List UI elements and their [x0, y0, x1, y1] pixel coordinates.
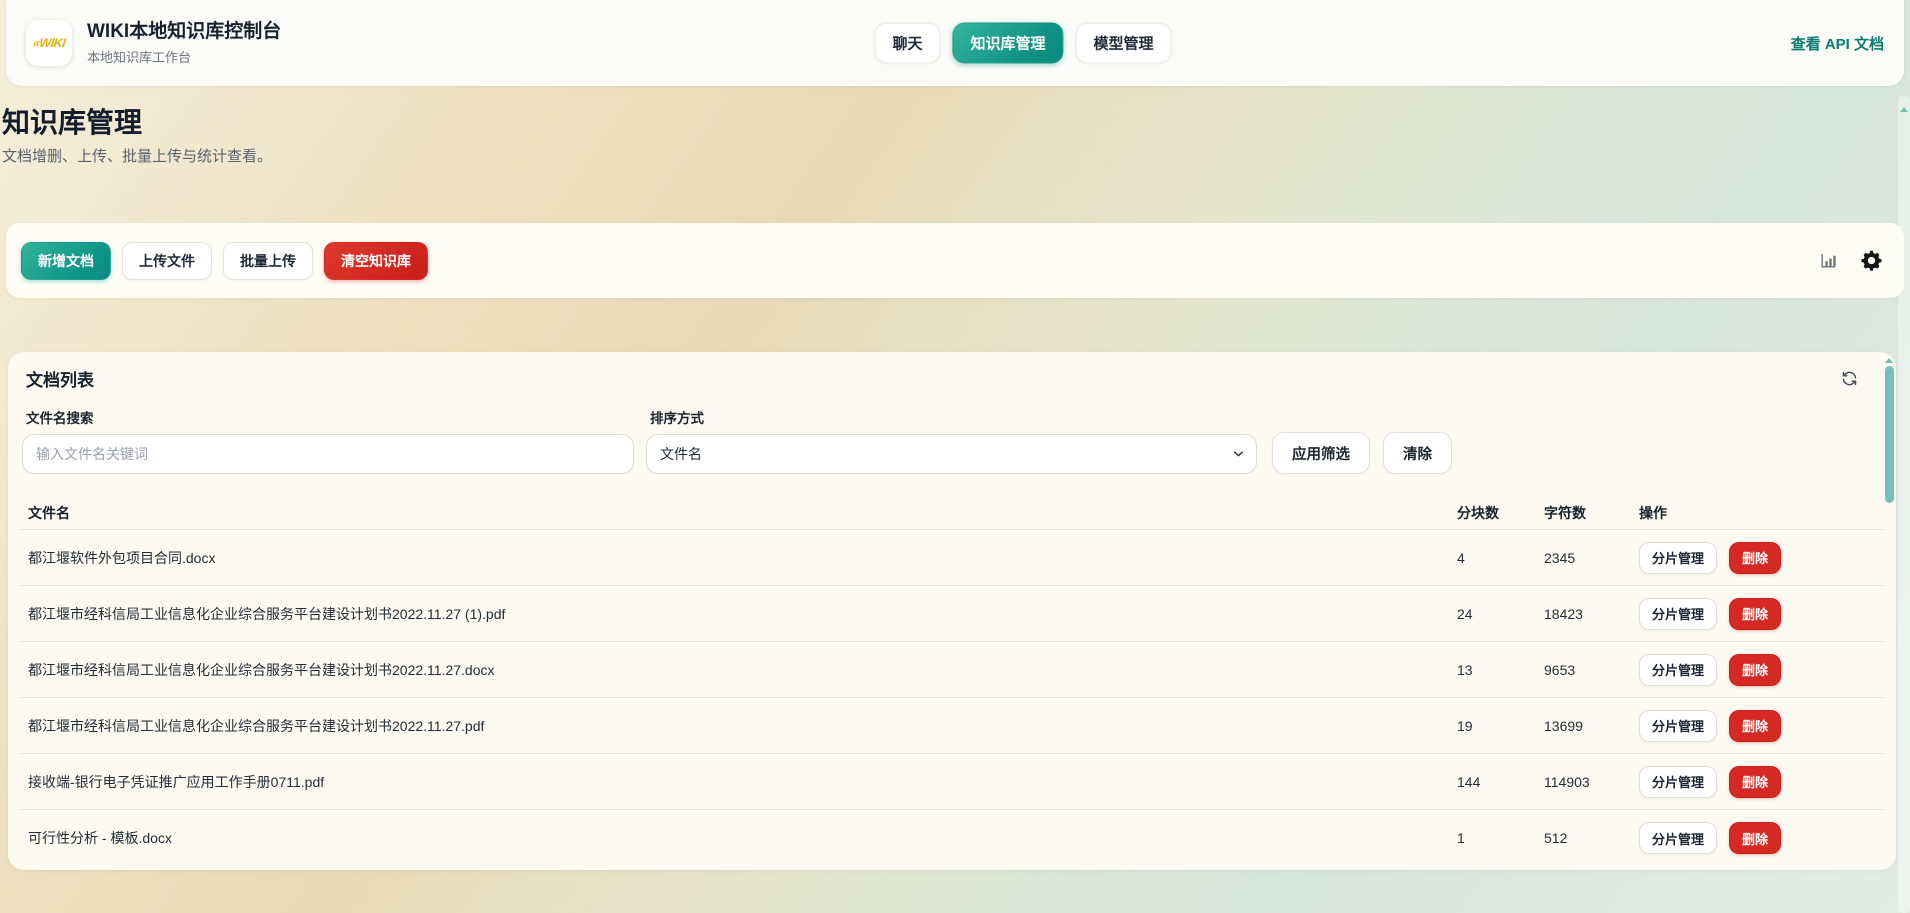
- clear-knowledge-base-button[interactable]: 清空知识库: [324, 241, 428, 280]
- page-title: 知识库管理: [2, 107, 143, 138]
- table-row: 都江堰市经科信局工业信息化企业综合服务平台建设计划书2022.11.27 (1)…: [20, 586, 1884, 642]
- delete-button[interactable]: 删除: [1729, 822, 1782, 854]
- row-actions: 分片管理 删除: [1639, 709, 1880, 742]
- char-count: 114903: [1544, 773, 1590, 790]
- document-list-card: 文档列表 文件名搜索 排序方式 文件名: [8, 352, 1896, 870]
- table-row: 都江堰市经科信局工业信息化企业综合服务平台建设计划书2022.11.27.pdf…: [20, 698, 1884, 754]
- table-header-row: 文件名 分块数 字符数 操作: [20, 496, 1884, 530]
- app-header: «WIKI WIKI本地知识库控制台 本地知识库工作台 聊天 知识库管理 模型管…: [6, 0, 1904, 86]
- page-scroll-up-arrow-icon[interactable]: [1900, 107, 1908, 112]
- filter-buttons: 应用筛选 清除: [1272, 432, 1452, 474]
- row-actions: 分片管理 删除: [1639, 653, 1880, 686]
- col-header-actions: 操作: [1639, 504, 1667, 521]
- list-scrollbar-thumb[interactable]: [1884, 366, 1894, 503]
- page-scrollbar[interactable]: [1898, 95, 1910, 913]
- api-docs-link[interactable]: 查看 API 文档: [1791, 33, 1884, 54]
- char-count: 512: [1544, 830, 1568, 846]
- document-list-title: 文档列表: [26, 371, 94, 390]
- app-subtitle: 本地知识库工作台: [87, 49, 192, 65]
- add-document-button[interactable]: 新增文档: [21, 241, 111, 280]
- refresh-icon[interactable]: [1841, 370, 1858, 387]
- document-filename: 都江堰软件外包项目合同.docx: [28, 549, 216, 566]
- manage-chunks-button[interactable]: 分片管理: [1639, 822, 1718, 854]
- delete-button[interactable]: 删除: [1729, 653, 1782, 686]
- wiki-logo-icon: «WIKI: [32, 36, 66, 50]
- search-field-group: 文件名搜索: [22, 407, 634, 474]
- upload-file-button[interactable]: 上传文件: [122, 241, 212, 280]
- page-subtitle: 文档增删、上传、批量上传与统计查看。: [2, 148, 273, 165]
- brand-text: WIKI本地知识库控制台 本地知识库工作台: [87, 20, 281, 66]
- list-scrollbar[interactable]: [1884, 358, 1894, 864]
- delete-button[interactable]: 删除: [1729, 709, 1782, 742]
- apply-filter-button[interactable]: 应用筛选: [1272, 432, 1370, 474]
- document-filename: 都江堰市经科信局工业信息化企业综合服务平台建设计划书2022.11.27.pdf: [28, 717, 485, 734]
- nav-knowledge-base[interactable]: 知识库管理: [952, 22, 1064, 64]
- search-input[interactable]: [22, 434, 634, 474]
- chunk-count: 19: [1457, 717, 1473, 734]
- app-title: WIKI本地知识库控制台: [87, 21, 282, 43]
- chunk-count: 24: [1457, 605, 1473, 622]
- document-filename: 接收端-银行电子凭证推广应用工作手册0711.pdf: [28, 773, 325, 790]
- row-actions: 分片管理 删除: [1639, 541, 1880, 574]
- delete-button[interactable]: 删除: [1729, 541, 1782, 574]
- top-nav: 聊天 知识库管理 模型管理: [874, 22, 1172, 64]
- batch-upload-button[interactable]: 批量上传: [223, 241, 313, 280]
- card-header: 文档列表: [20, 366, 1884, 391]
- table-row: 接收端-银行电子凭证推广应用工作手册0711.pdf 144 114903 分片…: [20, 754, 1884, 810]
- char-count: 9653: [1544, 661, 1576, 678]
- hero-section: 知识库管理 文档增删、上传、批量上传与统计查看。: [0, 86, 1910, 166]
- chunk-count: 13: [1457, 661, 1473, 678]
- action-toolbar: 新增文档 上传文件 批量上传 清空知识库: [6, 223, 1904, 298]
- gear-icon[interactable]: [1860, 249, 1883, 272]
- table-body: 都江堰软件外包项目合同.docx 4 2345 分片管理 删除 都江堰市经科信局…: [20, 530, 1884, 866]
- table-row: 都江堰软件外包项目合同.docx 4 2345 分片管理 删除: [20, 530, 1884, 586]
- sort-field-group: 排序方式 文件名: [646, 407, 1257, 474]
- chunk-count: 4: [1457, 549, 1465, 566]
- toolbar-icons: [1819, 249, 1889, 272]
- document-filename: 可行性分析 - 模板.docx: [28, 830, 172, 846]
- manage-chunks-button[interactable]: 分片管理: [1639, 653, 1718, 686]
- char-count: 2345: [1544, 549, 1576, 566]
- sort-label: 排序方式: [650, 411, 704, 426]
- manage-chunks-button[interactable]: 分片管理: [1639, 541, 1718, 574]
- row-actions: 分片管理 删除: [1639, 597, 1880, 630]
- manage-chunks-button[interactable]: 分片管理: [1639, 597, 1718, 630]
- table-row: 可行性分析 - 模板.docx 1 512 分片管理 删除: [20, 810, 1884, 866]
- sort-select-wrap: 文件名: [646, 434, 1257, 474]
- app-logo: «WIKI: [26, 20, 72, 66]
- chunk-count: 1: [1457, 830, 1465, 846]
- manage-chunks-button[interactable]: 分片管理: [1639, 709, 1718, 742]
- delete-button[interactable]: 删除: [1729, 765, 1782, 798]
- delete-button[interactable]: 删除: [1729, 597, 1782, 630]
- page: { "header": { "logo_text": "«WIKI", "tit…: [0, 0, 1910, 913]
- row-actions: 分片管理 删除: [1639, 822, 1880, 854]
- char-count: 13699: [1544, 717, 1583, 734]
- col-header-chunks: 分块数: [1457, 504, 1499, 521]
- table-row: 都江堰市经科信局工业信息化企业综合服务平台建设计划书2022.11.27.doc…: [20, 642, 1884, 698]
- manage-chunks-button[interactable]: 分片管理: [1639, 765, 1718, 798]
- document-filename: 都江堰市经科信局工业信息化企业综合服务平台建设计划书2022.11.27 (1)…: [28, 605, 506, 622]
- scroll-up-arrow-icon[interactable]: [1885, 358, 1893, 363]
- sort-select[interactable]: 文件名: [646, 434, 1257, 474]
- col-header-filename: 文件名: [28, 504, 70, 521]
- nav-model-management[interactable]: 模型管理: [1075, 22, 1172, 64]
- chunk-count: 144: [1457, 773, 1481, 790]
- brand: «WIKI WIKI本地知识库控制台 本地知识库工作台: [26, 20, 281, 66]
- documents-table: 文件名 分块数 字符数 操作 都江堰软件外包项目合同.docx 4 2345 分…: [20, 496, 1884, 866]
- col-header-chars: 字符数: [1544, 504, 1586, 521]
- row-actions: 分片管理 删除: [1639, 765, 1880, 798]
- nav-chat[interactable]: 聊天: [874, 22, 941, 64]
- filter-bar: 文件名搜索 排序方式 文件名 应用筛选 清除: [20, 407, 1884, 474]
- clear-filter-button[interactable]: 清除: [1383, 432, 1452, 474]
- bar-chart-icon[interactable]: [1819, 251, 1838, 270]
- char-count: 18423: [1544, 605, 1583, 622]
- document-filename: 都江堰市经科信局工业信息化企业综合服务平台建设计划书2022.11.27.doc…: [28, 661, 495, 678]
- search-label: 文件名搜索: [26, 411, 94, 426]
